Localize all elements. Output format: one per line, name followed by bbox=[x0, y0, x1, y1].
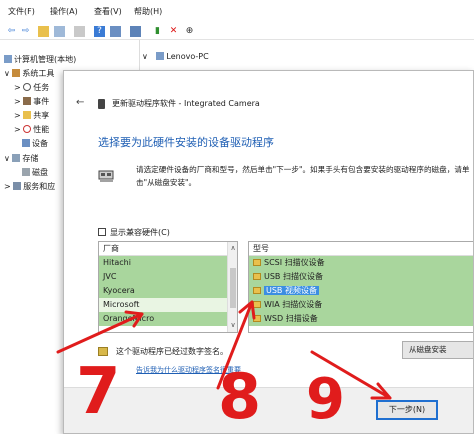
tree-item-performance[interactable]: > 性能 bbox=[14, 124, 49, 135]
properties-icon[interactable] bbox=[74, 26, 85, 37]
chevron-down-icon: ∨ bbox=[142, 52, 148, 61]
performance-icon bbox=[23, 125, 32, 133]
annotation-step-1: 7 bbox=[76, 355, 121, 429]
driver-icon bbox=[253, 315, 261, 322]
menu-action[interactable]: 操作(A) bbox=[50, 6, 78, 17]
back-icon[interactable]: ⇦ bbox=[6, 26, 17, 37]
menu-view[interactable]: 查看(V) bbox=[94, 6, 122, 17]
menu-file[interactable]: 文件(F) bbox=[8, 6, 35, 17]
computer-icon bbox=[156, 52, 165, 60]
driver-icon bbox=[253, 301, 261, 308]
driver-icon bbox=[253, 287, 261, 294]
tree-item-disk[interactable]: 磁盘 bbox=[22, 167, 48, 178]
tools-icon bbox=[12, 69, 21, 77]
instructions-text: 请选定硬件设备的厂商和型号，然后单击"下一步"。如果手头有包含要安装的驱动程序的… bbox=[136, 165, 470, 187]
list-item[interactable]: WIA 扫描仪设备 bbox=[249, 298, 473, 312]
tree-item-storage[interactable]: ∨ 存储 bbox=[4, 153, 38, 164]
dialog-heading: 选择要为此硬件安装的设备驱动程序 bbox=[98, 136, 274, 149]
model-list[interactable]: 型号 SCSI 扫描仪设备 USB 扫描仪设备 USB 视频设备 WIA 扫描仪… bbox=[248, 241, 473, 333]
toolbar: ⇦ ⇨ ? ▮ ✕ ⊕ bbox=[0, 22, 474, 40]
list-item-selected[interactable]: USB 视频设备 bbox=[249, 284, 473, 298]
tree-item-services[interactable]: > 服务和应 bbox=[4, 181, 55, 192]
menu-bar: 文件(F) 操作(A) 查看(V) 帮助(H) bbox=[0, 0, 474, 22]
show-compatible-row[interactable]: 显示兼容硬件(C) bbox=[98, 227, 170, 238]
storage-icon bbox=[12, 154, 21, 162]
shared-folder-icon bbox=[23, 111, 32, 119]
show-compatible-label: 显示兼容硬件(C) bbox=[110, 228, 170, 237]
computer-icon bbox=[4, 55, 12, 63]
tree-item-device-manager[interactable]: 设备 bbox=[22, 138, 48, 149]
scroll-thumb[interactable] bbox=[230, 268, 236, 308]
view-icon[interactable] bbox=[110, 26, 121, 37]
monitor-icon[interactable] bbox=[130, 26, 141, 37]
menu-help[interactable]: 帮助(H) bbox=[134, 6, 162, 17]
manufacturer-scrollbar[interactable]: ∧ ∨ bbox=[227, 242, 237, 332]
services-icon bbox=[13, 182, 22, 190]
list-item[interactable]: JVC bbox=[99, 270, 237, 284]
model-header: 型号 bbox=[249, 242, 473, 256]
list-item[interactable]: USB 扫描仪设备 bbox=[249, 270, 473, 284]
tree-root[interactable]: 计算机管理(本地) bbox=[4, 54, 76, 65]
signed-text: 这个驱动程序已经过数字签名。 bbox=[116, 347, 228, 356]
forward-icon[interactable]: ⇨ bbox=[20, 26, 31, 37]
manufacturer-header: 厂商 bbox=[99, 242, 237, 256]
list-item[interactable]: Hitachi bbox=[99, 256, 237, 270]
list-item[interactable]: Kyocera bbox=[99, 284, 237, 298]
tree-item-shared[interactable]: > 共享 bbox=[14, 110, 49, 121]
have-disk-button[interactable]: 从磁盘安装 bbox=[402, 341, 473, 359]
list-item-selected[interactable]: Microsoft bbox=[99, 298, 237, 312]
update-driver-icon[interactable]: ▮ bbox=[152, 26, 163, 37]
list-item[interactable]: OrangeMicro bbox=[99, 312, 237, 326]
dialog-title: 更新驱动程序软件 - Integrated Camera bbox=[112, 99, 260, 108]
list-item[interactable]: SCSI 扫描仪设备 bbox=[249, 256, 473, 270]
driver-icon bbox=[253, 259, 261, 266]
device-manager-icon bbox=[22, 139, 30, 147]
device-icon bbox=[98, 99, 105, 109]
manufacturer-list[interactable]: 厂商 Hitachi JVC Kyocera Microsoft OrangeM… bbox=[98, 241, 238, 333]
next-button[interactable]: 下一步(N) bbox=[376, 400, 438, 420]
tree-item-event[interactable]: > 事件 bbox=[14, 96, 49, 107]
back-arrow-icon[interactable]: ← bbox=[76, 97, 84, 108]
event-viewer-icon bbox=[23, 97, 32, 105]
tree-item-task[interactable]: > 任务 bbox=[14, 82, 49, 93]
driver-icon bbox=[253, 273, 261, 280]
scroll-up-icon[interactable]: ∧ bbox=[229, 244, 237, 253]
clock-icon bbox=[23, 83, 32, 91]
update-driver-dialog: ← 更新驱动程序软件 - Integrated Camera 选择要为此硬件安装… bbox=[63, 70, 474, 434]
device-tree-root[interactable]: ∨ Lenovo-PC bbox=[142, 52, 474, 68]
list-item[interactable]: WSD 扫描设备 bbox=[249, 312, 473, 326]
scroll-down-icon[interactable]: ∨ bbox=[229, 321, 237, 330]
uninstall-icon[interactable]: ✕ bbox=[168, 26, 179, 37]
show-compatible-checkbox[interactable] bbox=[98, 228, 106, 236]
scan-icon[interactable]: ⊕ bbox=[184, 26, 195, 37]
show-tree-icon[interactable] bbox=[54, 26, 65, 37]
annotation-step-3: 9 bbox=[306, 367, 345, 432]
annotation-step-2: 8 bbox=[218, 360, 262, 433]
disk-icon bbox=[22, 168, 30, 176]
tree-item-system-tools[interactable]: ∨ 系统工具 bbox=[4, 68, 54, 79]
help-icon[interactable]: ? bbox=[94, 26, 105, 37]
up-folder-icon[interactable] bbox=[38, 26, 49, 37]
hardware-card-icon bbox=[98, 170, 114, 182]
dialog-footer: 下一步(N) bbox=[64, 387, 473, 433]
